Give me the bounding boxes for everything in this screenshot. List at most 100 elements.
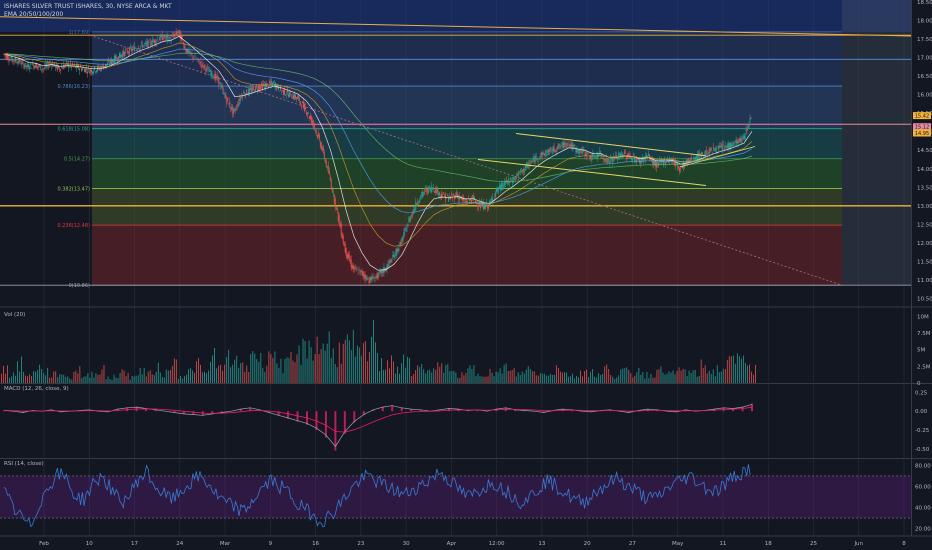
price-pane[interactable]: 1(17.69)0.786(16.23)0.618(15.08)0.5(14.2… <box>0 0 912 289</box>
volume-bar <box>543 373 545 383</box>
volume-bar <box>718 372 720 383</box>
volume-bar <box>169 369 171 383</box>
volume-bar <box>27 376 29 383</box>
candle <box>704 153 706 155</box>
candle <box>209 69 211 72</box>
candle <box>499 185 501 191</box>
volume-bar <box>572 373 573 383</box>
candle <box>469 199 470 201</box>
candle <box>364 275 366 280</box>
volume-bar <box>87 373 89 383</box>
candle <box>283 89 284 95</box>
candle <box>695 155 697 161</box>
volume-bar <box>501 373 503 383</box>
volume-bar <box>356 345 358 383</box>
candle <box>748 123 750 128</box>
volume-bar <box>628 369 630 383</box>
candle <box>197 58 199 60</box>
candle <box>208 71 210 73</box>
candle <box>504 184 506 185</box>
candle <box>437 188 439 194</box>
candle <box>416 203 418 207</box>
candle <box>113 56 115 64</box>
candle <box>86 68 88 70</box>
volume-bar <box>31 376 33 383</box>
candle <box>430 188 432 193</box>
candle <box>193 58 195 59</box>
candle <box>723 147 725 150</box>
ema-legend[interactable]: EMA 20/50/100/200 <box>4 11 63 19</box>
candle <box>297 96 299 99</box>
volume-tick-label: 2.5M <box>917 364 931 370</box>
candle <box>630 157 632 158</box>
candle <box>521 171 523 172</box>
volume-bar <box>15 375 16 383</box>
candle <box>50 63 52 64</box>
candle <box>303 103 305 112</box>
candle <box>133 46 135 52</box>
candle <box>567 145 569 147</box>
volume-bar <box>559 371 561 383</box>
candle <box>557 145 559 149</box>
candle <box>231 107 233 110</box>
volume-bar <box>334 363 336 383</box>
candle <box>466 200 467 203</box>
candle <box>725 146 727 147</box>
candle <box>484 205 486 209</box>
volume-bar <box>372 319 374 383</box>
candle <box>112 61 114 63</box>
candle <box>167 35 169 38</box>
candle <box>591 158 593 161</box>
candle <box>29 68 31 70</box>
candle <box>92 71 93 74</box>
candle <box>205 68 207 72</box>
candle <box>435 187 437 193</box>
volume-bar <box>248 371 250 383</box>
candle <box>604 158 606 162</box>
candle <box>90 69 91 72</box>
candle <box>65 64 67 66</box>
candle <box>426 188 428 192</box>
candle <box>388 261 390 263</box>
candle <box>532 157 534 160</box>
volume-bar <box>71 379 73 383</box>
volume-bar <box>515 376 517 383</box>
volume-bar <box>439 366 441 383</box>
volume-bar <box>264 371 266 383</box>
volume-bar <box>89 377 91 383</box>
candle <box>238 102 240 107</box>
candle <box>24 66 26 67</box>
candle <box>548 150 550 155</box>
volume-bar <box>11 376 12 383</box>
candle <box>422 191 424 197</box>
candle <box>157 40 159 42</box>
candle <box>215 73 217 79</box>
candle <box>311 120 313 124</box>
volume-bar <box>85 376 87 383</box>
candle <box>214 73 216 80</box>
volume-bar <box>427 370 429 383</box>
candle <box>134 48 136 49</box>
candle <box>512 177 514 183</box>
volume-bar <box>35 371 37 383</box>
candle <box>721 144 723 150</box>
volume-bar <box>250 353 252 383</box>
candle <box>241 96 243 98</box>
volume-bar <box>686 376 688 383</box>
candle <box>568 141 570 143</box>
chart-title: ISHARES SILVER TRUST ISHARES, 30, NYSE A… <box>4 3 172 10</box>
volume-bar <box>602 373 604 383</box>
volume-bar <box>288 357 290 383</box>
volume-bar <box>736 353 738 383</box>
volume-bar <box>270 354 272 383</box>
candle <box>687 158 689 164</box>
volume-bar <box>43 373 45 383</box>
volume-bar <box>600 374 602 383</box>
volume-bar <box>1 373 2 383</box>
volume-bar <box>455 372 457 383</box>
candle <box>220 84 222 87</box>
candle <box>85 68 87 72</box>
trading-chart[interactable]: 1(17.69)0.786(16.23)0.618(15.08)0.5(14.2… <box>0 0 932 550</box>
volume-bar <box>485 376 487 383</box>
candle <box>553 146 555 152</box>
